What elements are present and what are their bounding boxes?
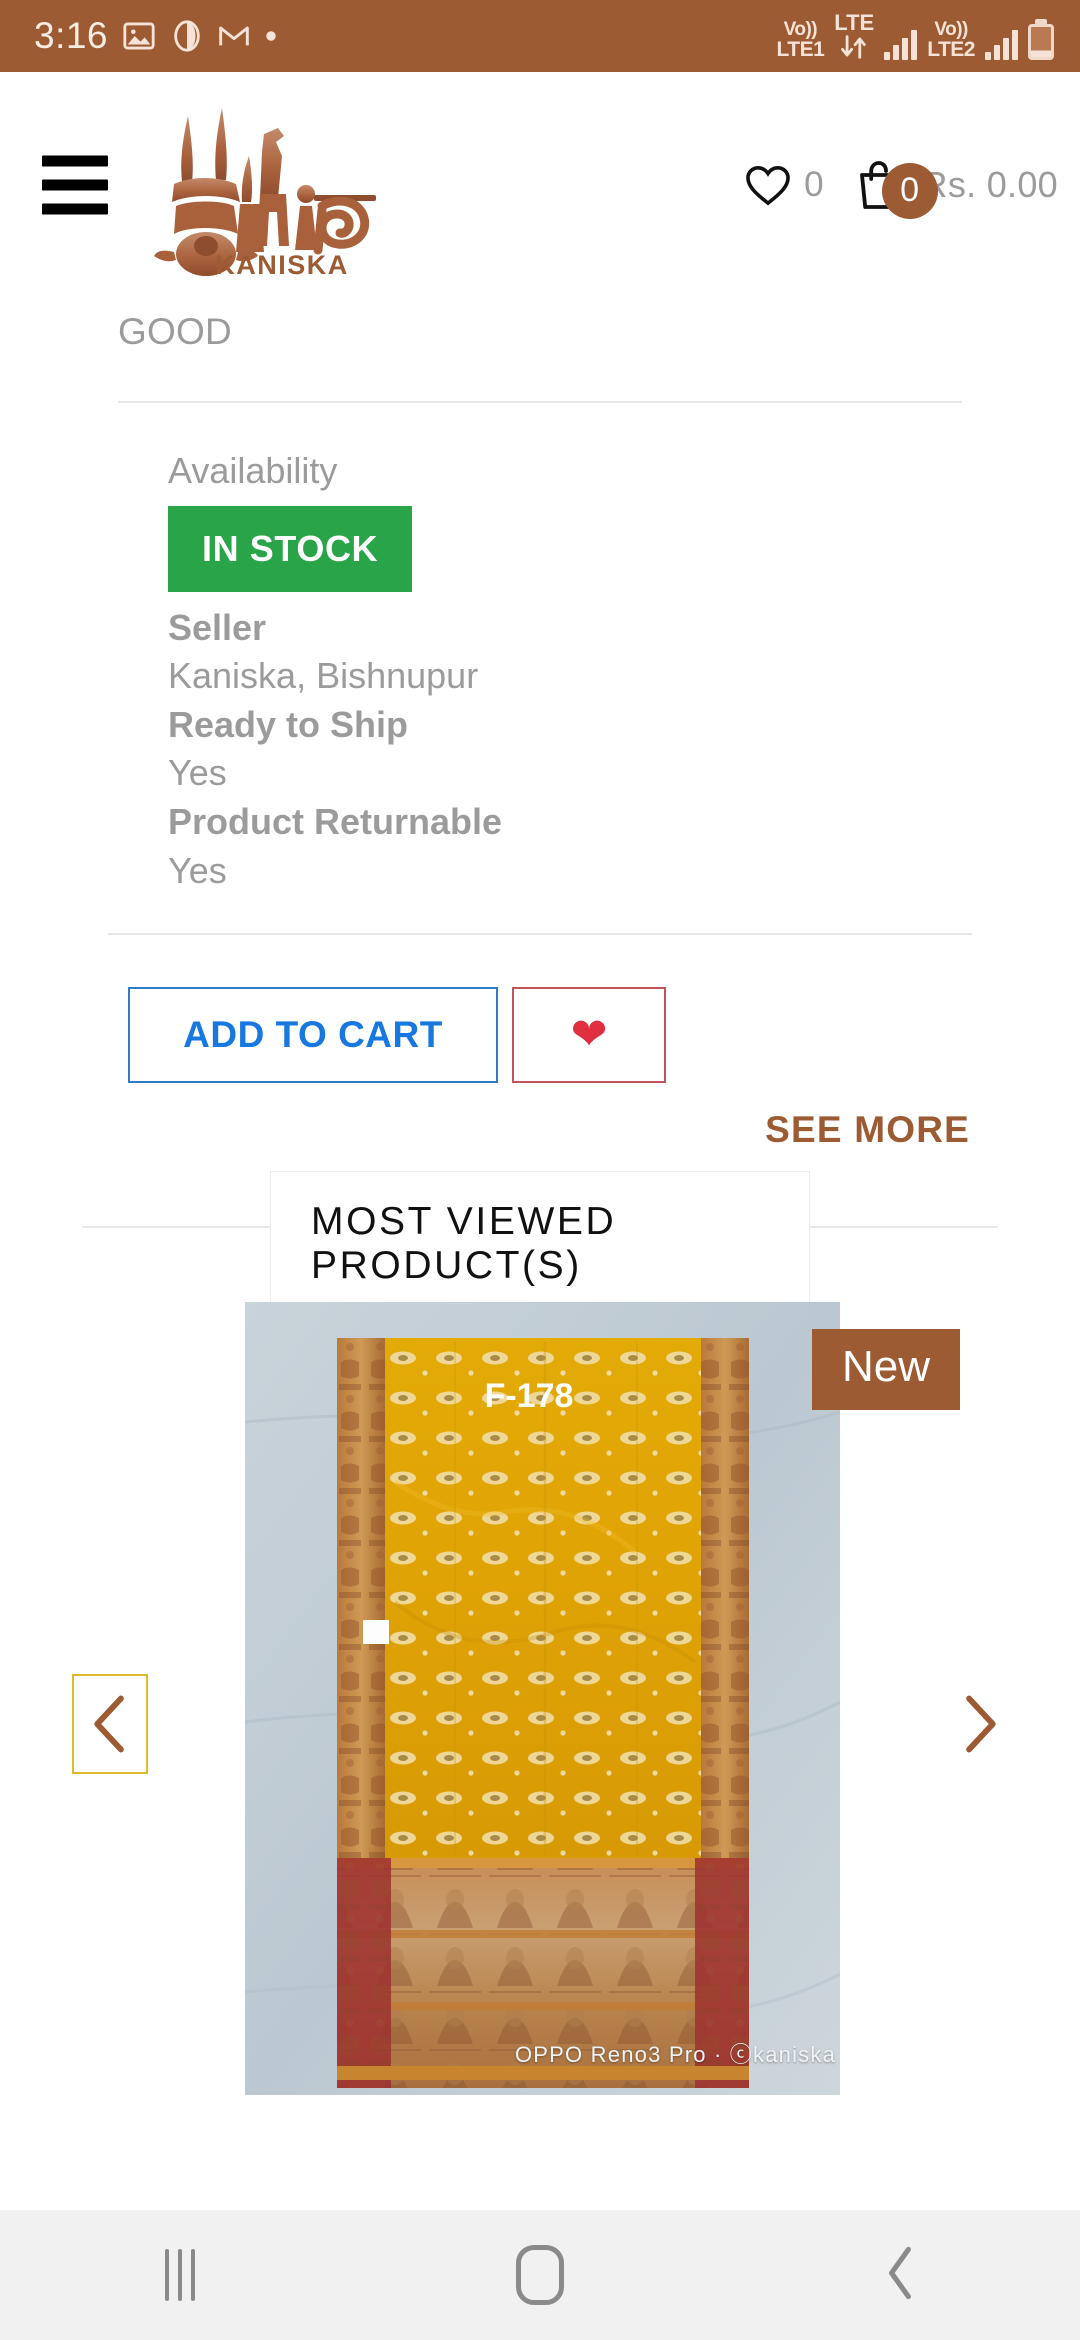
android-navigation-bar [0, 2210, 1080, 2340]
sim1-signal-bars [884, 30, 918, 60]
status-bar-clock: 3:16 [34, 15, 109, 56]
gmail-icon [218, 20, 250, 52]
battery-icon [1028, 24, 1054, 60]
heart-icon [745, 164, 791, 206]
home-icon [516, 2245, 564, 2305]
cart-button[interactable]: 0 Rs. 0.00 [854, 159, 1058, 219]
product-attributes: Availability IN STOCK Seller Kaniska, Bi… [0, 403, 1080, 895]
sim2-indicator: Vo)) LTE2 [927, 19, 975, 61]
availability-status-badge: IN STOCK [168, 505, 413, 592]
seller-value: Kaniska, Bishnupur [168, 655, 479, 697]
hamburger-menu-icon[interactable] [42, 155, 108, 214]
action-buttons-row: ADD TO CART ❤ [0, 935, 1080, 1084]
chevron-left-icon [88, 1693, 132, 1755]
lte-data-indicator: LTE [834, 12, 874, 60]
cart-total-amount: Rs. 0.00 [921, 163, 1058, 205]
product-detail-content: GOOD Availability IN STOCK Seller Kanisk… [0, 297, 1080, 2159]
sim2-signal-bars [985, 30, 1018, 60]
android-status-bar: 3:16 Vo)) LTE1 LTE Vo)) LTE2 [0, 0, 1080, 72]
carousel-prev-button[interactable] [72, 1674, 148, 1775]
back-icon [883, 2246, 917, 2305]
image-icon [122, 19, 156, 53]
see-more-link-wrap: SEE MORE [0, 1083, 1080, 1151]
see-more-link[interactable]: SEE MORE [765, 1109, 970, 1150]
seller-label: Seller [168, 606, 267, 648]
nav-recents-button[interactable] [90, 2210, 270, 2340]
section-title-box: MOST VIEWED PRODUCT(S) [270, 1171, 810, 1318]
header-actions: 0 0 Rs. 0.00 [745, 159, 1058, 219]
product-returnable-label: Product Returnable [168, 800, 503, 842]
carousel-product-image[interactable]: F-178 OPPO Reno3 Pro · ⓒkaniska [245, 1302, 840, 2096]
status-bar-right: Vo)) LTE1 LTE Vo)) LTE2 [776, 12, 1054, 60]
new-product-badge: New [812, 1329, 961, 1410]
heart-icon: ❤ [570, 1010, 608, 1060]
wishlist-button[interactable]: 0 [745, 164, 824, 206]
image-watermark: OPPO Reno3 Pro · ⓒkaniska [515, 2042, 837, 2068]
opera-icon [170, 19, 204, 53]
chevron-right-icon [958, 1693, 1002, 1755]
add-to-wishlist-button[interactable]: ❤ [512, 987, 666, 1084]
product-grade: GOOD [118, 311, 232, 352]
add-to-cart-button[interactable]: ADD TO CART [128, 987, 498, 1084]
data-transfer-icon [839, 34, 869, 60]
wishlist-count: 0 [804, 164, 824, 204]
product-code-overlay: F-178 [485, 1377, 574, 1415]
nav-back-button[interactable] [810, 2210, 990, 2340]
ready-to-ship-label: Ready to Ship [168, 703, 409, 745]
recents-icon [165, 2249, 195, 2301]
section-title: MOST VIEWED PRODUCT(S) [311, 1200, 617, 1288]
most-viewed-carousel: F-178 OPPO Reno3 Pro · ⓒkaniska New [0, 1299, 1080, 2159]
dot-icon [264, 29, 278, 43]
kaniska-logo[interactable]: KANISKA [130, 94, 390, 279]
cart-count-badge: 0 [881, 162, 938, 219]
nav-home-button[interactable] [450, 2210, 630, 2340]
most-viewed-section-header: MOST VIEWED PRODUCT(S) [0, 1171, 1080, 1318]
ready-to-ship-value: Yes [168, 752, 227, 794]
carousel-next-button[interactable] [942, 1674, 1018, 1774]
app-header: KANISKA 0 0 Rs. 0.00 [0, 72, 1080, 297]
sim1-indicator: Vo)) LTE1 [776, 19, 825, 61]
svg-text:KANISKA: KANISKA [215, 250, 349, 279]
product-returnable-value: Yes [168, 849, 227, 891]
status-bar-left: 3:16 [34, 15, 278, 57]
availability-label: Availability [168, 450, 338, 491]
